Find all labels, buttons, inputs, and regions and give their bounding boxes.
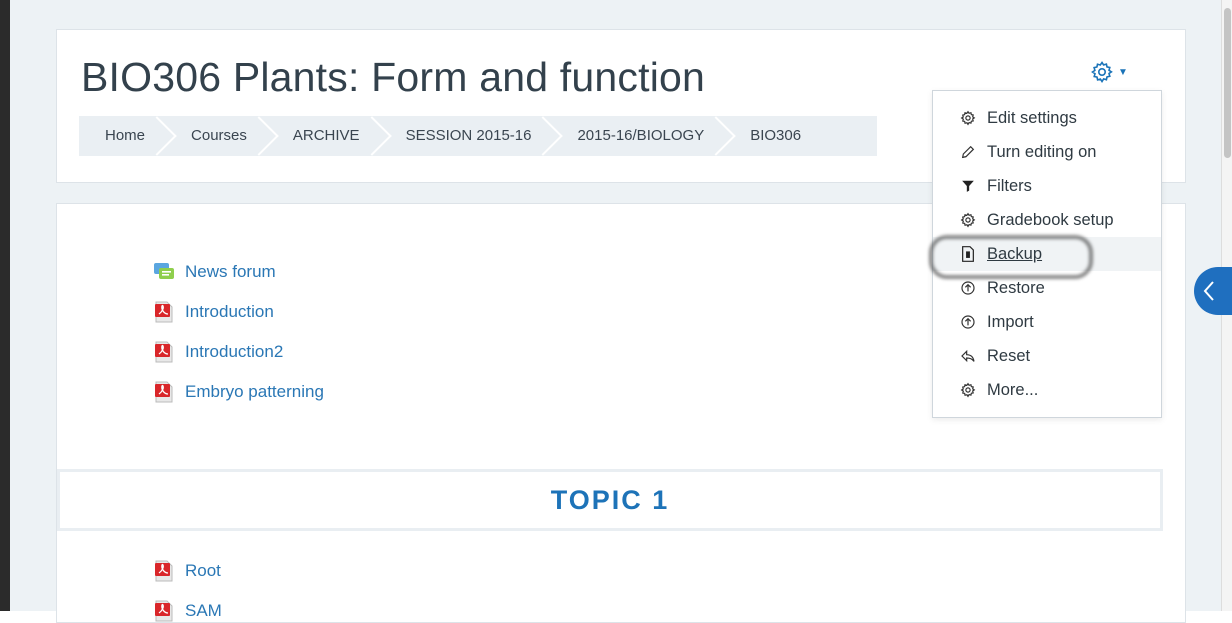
reply-icon [959,348,977,364]
gear-icon [959,212,977,228]
breadcrumb-course[interactable]: BIO306 [724,116,821,156]
gear-icon [959,110,977,126]
breadcrumb-home[interactable]: Home [79,116,165,156]
menu-item-turn-editing-on[interactable]: Turn editing on [933,135,1161,169]
activity-sam[interactable]: SAM [153,600,222,622]
menu-item-label: Turn editing on [987,142,1097,161]
breadcrumb-archive[interactable]: ARCHIVE [267,116,380,156]
scrollbar-thumb[interactable] [1224,8,1231,158]
filter-icon [959,179,977,193]
gear-icon [959,382,977,398]
pdf-icon [153,341,175,363]
chevron-down-icon: ▼ [1118,66,1128,78]
activity-label: Embryo patterning [185,382,324,401]
menu-item-label: Reset [987,346,1031,365]
chevron-left-icon [1203,281,1214,301]
pdf-icon [153,560,175,582]
activity-introduction[interactable]: Introduction [153,301,274,323]
menu-item-label: Restore [987,278,1045,297]
activity-label: Root [185,561,221,580]
menu-item-label: Backup [987,244,1043,263]
menu-item-gradebook-setup[interactable]: Gradebook setup [933,203,1161,237]
forum-icon [153,261,175,283]
menu-item-import[interactable]: Import [933,305,1161,339]
breadcrumb-courses[interactable]: Courses [165,116,267,156]
breadcrumb-biology[interactable]: 2015-16/BIOLOGY [551,116,724,156]
menu-item-more[interactable]: More... [933,373,1161,407]
topic-title[interactable]: TOPIC 1 [551,485,670,516]
menu-item-label: Gradebook setup [987,210,1114,229]
menu-item-label: Import [987,312,1034,331]
activity-label: SAM [185,601,222,620]
activity-root[interactable]: Root [153,560,221,582]
upload-circle-icon [959,280,977,296]
pdf-icon [153,381,175,403]
pdf-icon [153,600,175,622]
activity-label: Introduction2 [185,342,284,361]
menu-item-filters[interactable]: Filters [933,169,1161,203]
breadcrumb-session[interactable]: SESSION 2015-16 [380,116,552,156]
pencil-icon [959,144,977,160]
activity-news-forum[interactable]: News forum [153,261,276,283]
page-title: BIO306 Plants: Form and function [81,54,706,100]
menu-item-label: Edit settings [987,108,1077,127]
activity-introduction2[interactable]: Introduction2 [153,341,283,363]
upload-circle-icon [959,314,977,330]
actions-dropdown-menu: Edit settings Turn editing on Filters Gr… [929,90,1162,418]
menu-item-restore[interactable]: Restore [933,271,1161,305]
topic-section-header: TOPIC 1 [57,469,1163,531]
menu-item-label: Filters [987,176,1032,195]
breadcrumb: Home Courses ARCHIVE SESSION 2015-16 201… [79,116,877,156]
activity-label: News forum [185,262,276,281]
menu-item-reset[interactable]: Reset [933,339,1161,373]
pdf-icon [153,301,175,323]
menu-item-label: More... [987,380,1039,399]
gear-icon [1091,61,1113,83]
left-dark-edge [0,0,10,611]
menu-item-backup[interactable]: Backup [929,235,1161,279]
file-icon [959,246,977,262]
activity-embryo-patterning[interactable]: Embryo patterning [153,381,324,403]
menu-item-edit-settings[interactable]: Edit settings [933,101,1161,135]
activity-label: Introduction [185,302,274,321]
actions-menu-toggle[interactable]: ▼ [1090,58,1130,86]
